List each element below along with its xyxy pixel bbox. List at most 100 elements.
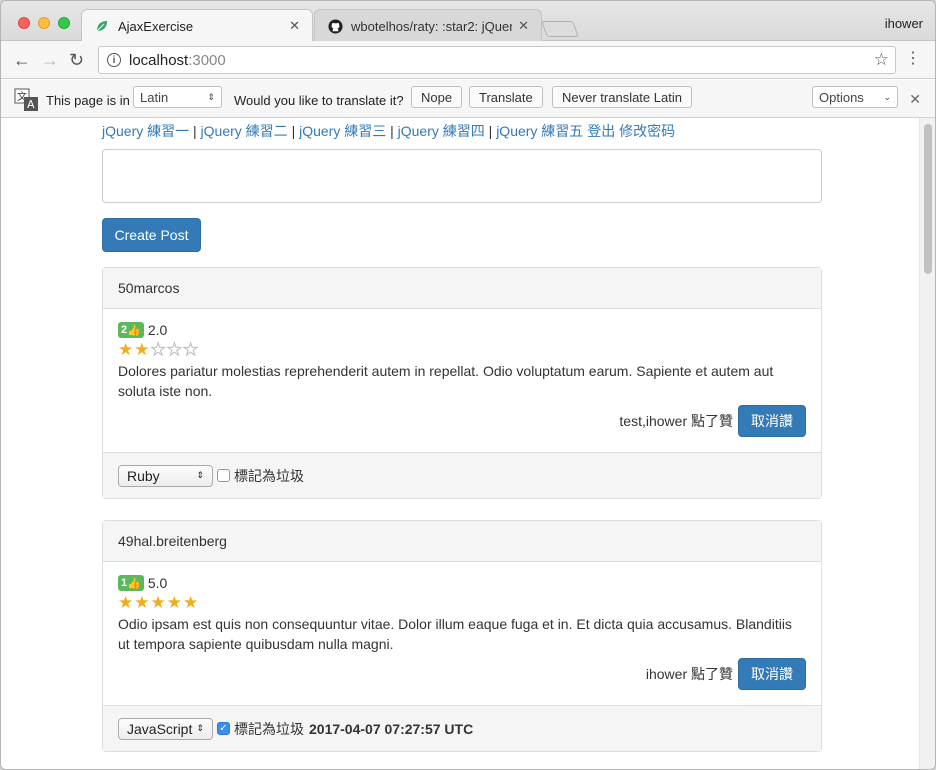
never-translate-button[interactable]: Never translate Latin: [552, 86, 692, 108]
updown-icon: ⇕: [207, 91, 215, 102]
url-host: localhost: [129, 51, 189, 69]
star-filled-icon[interactable]: ★: [118, 340, 134, 359]
liked-by: test,ihower 點了贊: [619, 413, 733, 429]
category-value: JavaScript: [127, 720, 193, 737]
forward-arrow-icon[interactable]: →: [41, 50, 59, 70]
nav-separator: |: [291, 123, 296, 139]
bookmark-star-icon[interactable]: ☆: [874, 50, 889, 70]
flag-checkbox[interactable]: ✓: [217, 722, 230, 735]
rating-text: 2.0: [147, 322, 168, 338]
star-empty-icon[interactable]: ★: [150, 340, 167, 359]
tab-title: AjaxExercise: [118, 18, 194, 34]
post-body: 2 👍 2.0 ★★★★★ Dolores pariatur molestias …: [103, 309, 821, 437]
flag-checkbox[interactable]: [217, 469, 230, 482]
tab-ajaxexercise[interactable]: AjaxExercise ✕: [81, 9, 313, 42]
scrollbar-thumb[interactable]: [924, 124, 932, 274]
tab-title: wbotelhos/raty: :star2: jQuery: [351, 18, 513, 34]
translate-question: Would you like to translate it?: [234, 93, 404, 108]
star-filled-icon[interactable]: ★: [167, 593, 183, 612]
change-password-link[interactable]: 修改密码: [619, 123, 675, 139]
logout-link[interactable]: 登出: [587, 123, 615, 139]
menu-dots-icon[interactable]: ⋮: [905, 51, 921, 67]
nav-link-exercise-2[interactable]: jQuery 練習二: [201, 123, 288, 139]
browser-toolbar: ← → ↻ i localhost:3000 ☆ ⋮: [1, 41, 935, 79]
zoom-window-button[interactable]: [58, 17, 70, 29]
updown-icon: ⇕: [196, 470, 204, 480]
svg-text:A: A: [27, 98, 35, 111]
star-filled-icon[interactable]: ★: [134, 593, 150, 612]
nav-link-exercise-1[interactable]: jQuery 練習一: [102, 123, 189, 139]
post-panel: 49hal.breitenberg 1 👍 5.0 ★★★★★ Odio ipsa…: [102, 520, 822, 752]
language-select[interactable]: Latin ⇕: [133, 86, 222, 108]
create-post-button[interactable]: Create Post: [102, 218, 201, 252]
translate-prefix: This page is in: [46, 93, 130, 108]
browser-window: AjaxExercise ✕ wbotelhos/raty: :star2: j…: [0, 0, 936, 770]
star-filled-icon[interactable]: ★: [151, 593, 167, 612]
updown-icon: ⇕: [196, 723, 204, 733]
thumbs-up-icon: 👍: [127, 324, 141, 337]
minimize-window-button[interactable]: [38, 17, 50, 29]
translate-button[interactable]: Translate: [469, 86, 543, 108]
new-tab-button[interactable]: [541, 21, 579, 37]
page-content: jQuery 練習一 | jQuery 練習二 | jQuery 練習三 | j…: [1, 118, 919, 769]
star-rating[interactable]: ★★★★★: [118, 594, 806, 612]
info-icon[interactable]: i: [107, 53, 121, 67]
post-footer: Ruby ⇕ 標記為垃圾: [103, 452, 821, 498]
star-empty-icon[interactable]: ★: [166, 340, 183, 359]
unlike-button[interactable]: 取消讚: [738, 658, 806, 690]
star-filled-icon[interactable]: ★: [183, 593, 199, 612]
post-text: Odio ipsam est quis non consequuntur vit…: [118, 616, 792, 652]
category-select[interactable]: JavaScript ⇕: [118, 717, 213, 740]
chevron-down-icon: ⌄: [883, 91, 891, 102]
star-empty-icon[interactable]: ★: [182, 340, 199, 359]
rating-row: 2 👍 2.0: [118, 321, 806, 339]
close-window-button[interactable]: [18, 17, 30, 29]
close-icon[interactable]: ✕: [909, 91, 921, 108]
nav-link-exercise-3[interactable]: jQuery 練習三: [299, 123, 386, 139]
star-filled-icon[interactable]: ★: [134, 340, 150, 359]
tab-bar: AjaxExercise ✕ wbotelhos/raty: :star2: j…: [1, 1, 935, 42]
leaf-icon: [94, 18, 110, 34]
language-value: Latin: [140, 89, 169, 105]
post-author: 49hal.breitenberg: [103, 521, 821, 562]
options-label: Options: [819, 89, 864, 105]
star-filled-icon[interactable]: ★: [118, 593, 134, 612]
close-icon[interactable]: ✕: [289, 18, 300, 34]
nav-link-exercise-4[interactable]: jQuery 練習四: [398, 123, 485, 139]
post-body: 1 👍 5.0 ★★★★★ Odio ipsam est quis non con…: [103, 562, 821, 690]
nav-separator: |: [488, 123, 493, 139]
post-textarea[interactable]: [102, 149, 822, 203]
nav-separator: |: [193, 123, 197, 139]
url-port: :3000: [188, 51, 226, 69]
back-arrow-icon[interactable]: ←: [13, 50, 31, 70]
vertical-scrollbar[interactable]: [919, 118, 935, 769]
options-select[interactable]: Options ⌄: [812, 86, 898, 108]
post-author: 50marcos: [103, 268, 821, 309]
tab-raty[interactable]: wbotelhos/raty: :star2: jQuery ✕: [314, 9, 542, 42]
address-bar[interactable]: i localhost:3000 ☆: [98, 46, 896, 74]
like-row: ihower 點了贊 取消讚: [118, 658, 806, 690]
flag-label: 標記為垃圾: [234, 467, 304, 484]
likes-badge: 1 👍: [118, 575, 144, 591]
close-icon[interactable]: ✕: [518, 18, 529, 34]
flagged-timestamp: 2017-04-07 07:27:57 UTC: [309, 720, 474, 737]
category-value: Ruby: [127, 467, 160, 484]
rating-text: 5.0: [147, 575, 168, 591]
likes-badge: 2 👍: [118, 322, 144, 338]
star-rating[interactable]: ★★★★★: [118, 340, 806, 359]
github-icon: [327, 18, 343, 34]
category-select[interactable]: Ruby ⇕: [118, 464, 213, 487]
flag-label: 標記為垃圾: [234, 720, 304, 737]
rating-row: 1 👍 5.0: [118, 574, 806, 592]
profile-name[interactable]: ihower: [885, 16, 923, 31]
post-panel: 50marcos 2 👍 2.0 ★★★★★ Dolores pariatur m…: [102, 267, 822, 499]
like-row: test,ihower 點了贊 取消讚: [118, 405, 806, 437]
post-footer: JavaScript ⇕ ✓ 標記為垃圾 2017-04-07 07:27:57 …: [103, 705, 821, 751]
nope-button[interactable]: Nope: [411, 86, 463, 108]
reload-icon[interactable]: ↻: [69, 50, 84, 70]
translate-bar: 文A This page is in Latin ⇕ Would you like…: [1, 80, 935, 118]
translate-icon: 文A: [14, 88, 40, 112]
nav-link-exercise-5[interactable]: jQuery 練習五: [496, 123, 583, 139]
unlike-button[interactable]: 取消讚: [738, 405, 806, 437]
thumbs-up-icon: 👍: [127, 577, 141, 590]
